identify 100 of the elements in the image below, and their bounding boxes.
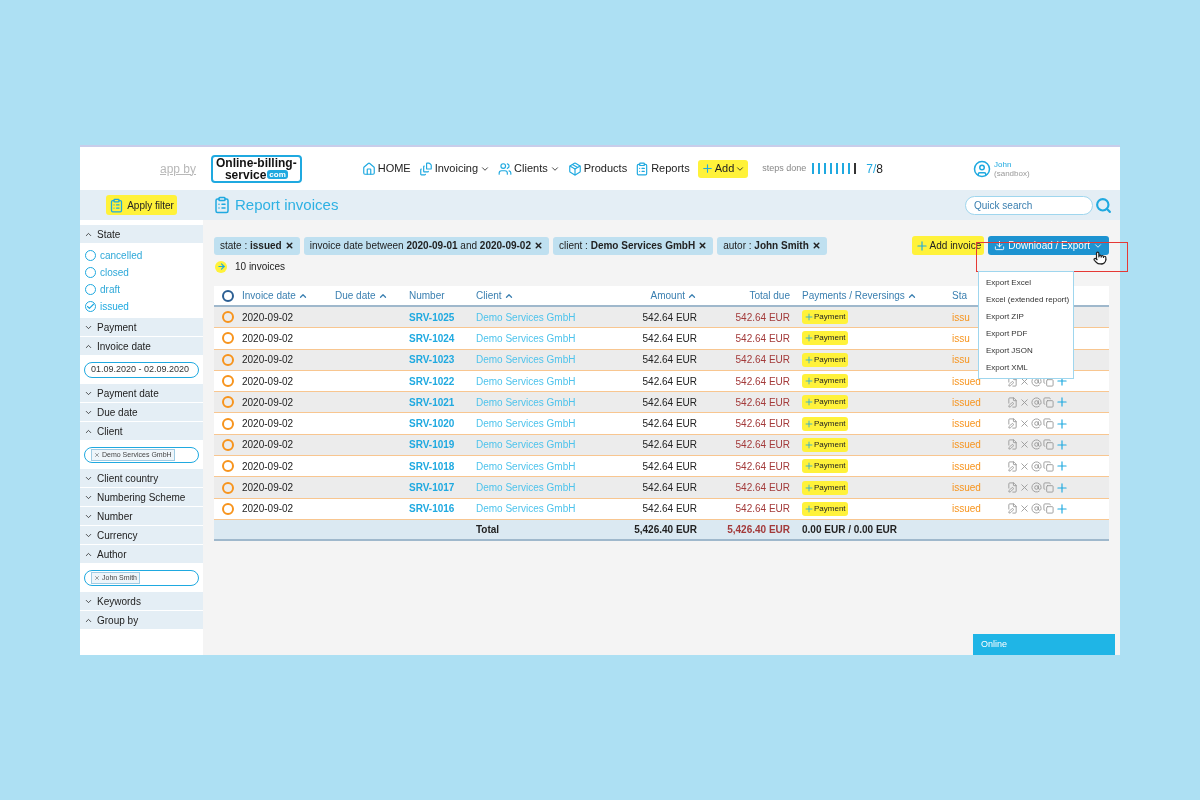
copy-icon[interactable]	[1043, 418, 1054, 430]
quick-search-field[interactable]: Quick search	[965, 195, 1093, 215]
column-header[interactable]: Invoice date	[242, 288, 308, 303]
column-header[interactable]: Total due	[749, 288, 790, 303]
nav-link[interactable]: Clients	[498, 160, 560, 177]
add-button[interactable]: Add	[697, 159, 749, 178]
plus-icon[interactable]	[1055, 480, 1069, 495]
close-icon[interactable]	[1019, 418, 1030, 430]
filter-section-header[interactable]: Author	[80, 545, 203, 564]
payment-button[interactable]: Payment	[802, 480, 848, 495]
email-icon[interactable]	[1031, 503, 1042, 515]
filter-section-header[interactable]: Due date	[80, 403, 203, 422]
status-cell-text: issued	[952, 395, 981, 410]
close-icon[interactable]	[1019, 503, 1030, 515]
report-icon	[213, 196, 231, 214]
filter-section-header[interactable]: Number	[80, 507, 203, 526]
export-menu-item[interactable]: Export ZIP	[979, 308, 1073, 325]
filter-section-header[interactable]: Payment	[80, 318, 203, 337]
column-header[interactable]: Payments / Reversings	[802, 288, 917, 303]
edit-icon[interactable]	[1007, 439, 1018, 451]
amount-cell-text: 542.64 EUR	[642, 374, 697, 389]
nav-link[interactable]: Invoicing	[418, 160, 491, 177]
filter-section-header[interactable]: Keywords	[80, 592, 203, 611]
nav-icon	[635, 161, 650, 176]
plus-icon	[804, 439, 814, 450]
edit-icon[interactable]	[1007, 396, 1018, 408]
filter-chip[interactable]: invoice date between 2020-09-01 and 2020-09-02	[303, 236, 549, 255]
logo[interactable]: Online-billing- service com	[211, 154, 302, 183]
filter-section-header[interactable]: State	[80, 225, 203, 244]
remove-icon[interactable]	[698, 241, 708, 250]
email-icon[interactable]	[1031, 418, 1042, 430]
copy-icon[interactable]	[1043, 460, 1054, 472]
edit-icon[interactable]	[1007, 482, 1018, 493]
email-icon[interactable]	[1031, 482, 1042, 493]
email-icon[interactable]	[1031, 439, 1042, 451]
export-menu-item[interactable]: Export XML	[979, 359, 1073, 376]
payment-button[interactable]: Payment	[802, 310, 848, 325]
plus-icon	[804, 354, 814, 365]
apply-filter-button[interactable]: Apply filter	[106, 195, 177, 215]
column-header[interactable]: Amount	[650, 288, 697, 303]
search-icon[interactable]	[1095, 196, 1112, 214]
plus-icon	[804, 461, 814, 472]
edit-icon[interactable]	[1007, 503, 1018, 515]
payment-button[interactable]: Payment	[802, 352, 848, 367]
export-menu-item[interactable]: Export PDF	[979, 325, 1073, 342]
plus-icon	[804, 482, 814, 493]
close-icon[interactable]	[1019, 439, 1030, 451]
remove-icon[interactable]	[284, 241, 294, 250]
date-cell-text: 2020-09-02	[242, 374, 294, 389]
plus-icon[interactable]	[1055, 416, 1069, 431]
payment-button[interactable]: Payment	[802, 374, 848, 389]
filter-section-header[interactable]: Client	[80, 422, 203, 441]
filter-section-header[interactable]: Group by	[80, 611, 203, 630]
column-header[interactable]: Sta	[952, 288, 967, 303]
export-menu-item[interactable]: Excel (extended report)	[979, 291, 1073, 308]
edit-icon[interactable]	[1007, 460, 1018, 472]
payment-button[interactable]: Payment	[802, 459, 848, 474]
close-icon[interactable]	[1019, 460, 1030, 472]
copy-icon[interactable]	[1043, 503, 1054, 515]
copy-icon[interactable]	[1043, 396, 1054, 408]
email-icon[interactable]	[1031, 460, 1042, 472]
filter-section-header[interactable]: Payment date	[80, 384, 203, 403]
nav-link[interactable]: Reports	[635, 160, 690, 177]
payment-button[interactable]: Payment	[802, 395, 848, 410]
payment-button[interactable]: Payment	[802, 437, 848, 452]
nav-link[interactable]: HOME	[361, 160, 411, 177]
export-menu-item[interactable]: Export JSON	[979, 342, 1073, 359]
plus-icon[interactable]	[1055, 437, 1069, 452]
nav-link[interactable]: Products	[567, 160, 628, 177]
plus-icon[interactable]	[1055, 501, 1069, 516]
column-header[interactable]: Due date	[335, 288, 388, 303]
close-icon[interactable]	[1019, 396, 1030, 408]
copy-icon[interactable]	[1043, 482, 1054, 493]
filter-section-header[interactable]: Numbering Scheme	[80, 488, 203, 507]
filter-section-header[interactable]: Client country	[80, 469, 203, 488]
avatar-icon[interactable]	[973, 159, 991, 178]
filter-chip[interactable]: state : issued	[214, 236, 300, 255]
remove-icon[interactable]	[811, 241, 821, 250]
status-cell-text: issued	[952, 374, 981, 389]
filter-section-header[interactable]: Currency	[80, 526, 203, 545]
column-header[interactable]: Client	[476, 288, 514, 303]
edit-icon[interactable]	[1007, 418, 1018, 430]
payment-button[interactable]: Payment	[802, 331, 848, 346]
filter-chip[interactable]: autor : John Smith	[717, 236, 827, 255]
filter-chip[interactable]: client : Demo Services GmbH	[553, 236, 714, 255]
copy-icon[interactable]	[1043, 439, 1054, 451]
amount-cell-text: 542.64 EUR	[642, 459, 697, 474]
close-icon[interactable]	[1019, 482, 1030, 493]
column-header[interactable]: Number	[409, 288, 445, 303]
plus-icon[interactable]	[1055, 459, 1069, 474]
plus-icon[interactable]	[1055, 395, 1069, 410]
filter-section-header[interactable]: Invoice date	[80, 337, 203, 356]
remove-icon[interactable]	[534, 241, 543, 250]
date-cell-text: 2020-09-02	[242, 502, 294, 517]
export-menu-item[interactable]: Export Excel	[979, 274, 1073, 291]
payment-button[interactable]: Payment	[802, 501, 848, 516]
plus-icon	[804, 397, 814, 408]
email-icon[interactable]	[1031, 396, 1042, 408]
payment-button[interactable]: Payment	[802, 416, 848, 431]
user-account: (sandbox)	[994, 168, 1030, 178]
